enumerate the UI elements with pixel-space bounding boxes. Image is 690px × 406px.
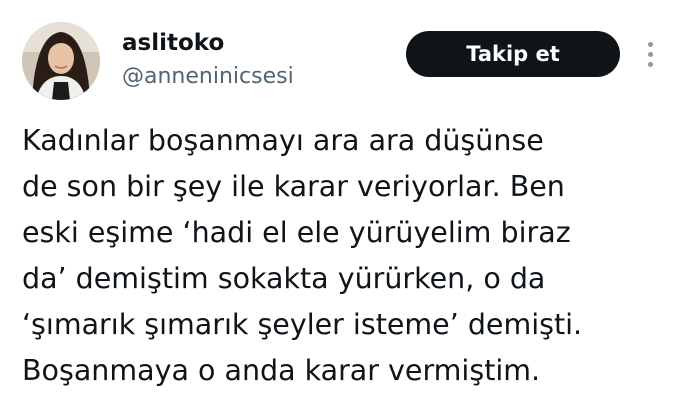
more-dot xyxy=(648,52,653,57)
tweet-text-line: Kadınlar boşanmayı ara ara düşünse xyxy=(22,124,544,157)
follow-button[interactable]: Takip et xyxy=(406,31,620,77)
tweet-text-line: eski eşime ‘hadi el ele yürüyelim biraz xyxy=(22,216,571,249)
tweet-text-line: Boşanmaya o anda karar vermiştim. xyxy=(22,354,541,387)
more-dot xyxy=(648,62,653,67)
tweet-text: Kadınlar boşanmayı ara ara düşünse de so… xyxy=(22,118,672,394)
more-dot xyxy=(648,42,653,47)
tweet-card: aslitoko @anneninicsesi Takip et Kadınla… xyxy=(0,0,690,406)
tweet-text-line: ‘şımarık şımarık şeyler isteme’ demişti. xyxy=(22,308,583,341)
tweet-text-line: da’ demiştim sokakta yürürken, o da xyxy=(22,262,546,295)
more-vertical-icon[interactable] xyxy=(640,38,662,72)
profile-photo xyxy=(22,22,100,100)
tweet-text-line: de son bir şey ile karar veriyorlar. Ben xyxy=(22,170,565,203)
display-name[interactable]: aslitoko xyxy=(122,28,224,58)
avatar[interactable] xyxy=(22,22,100,100)
user-handle[interactable]: @anneninicsesi xyxy=(122,62,294,92)
